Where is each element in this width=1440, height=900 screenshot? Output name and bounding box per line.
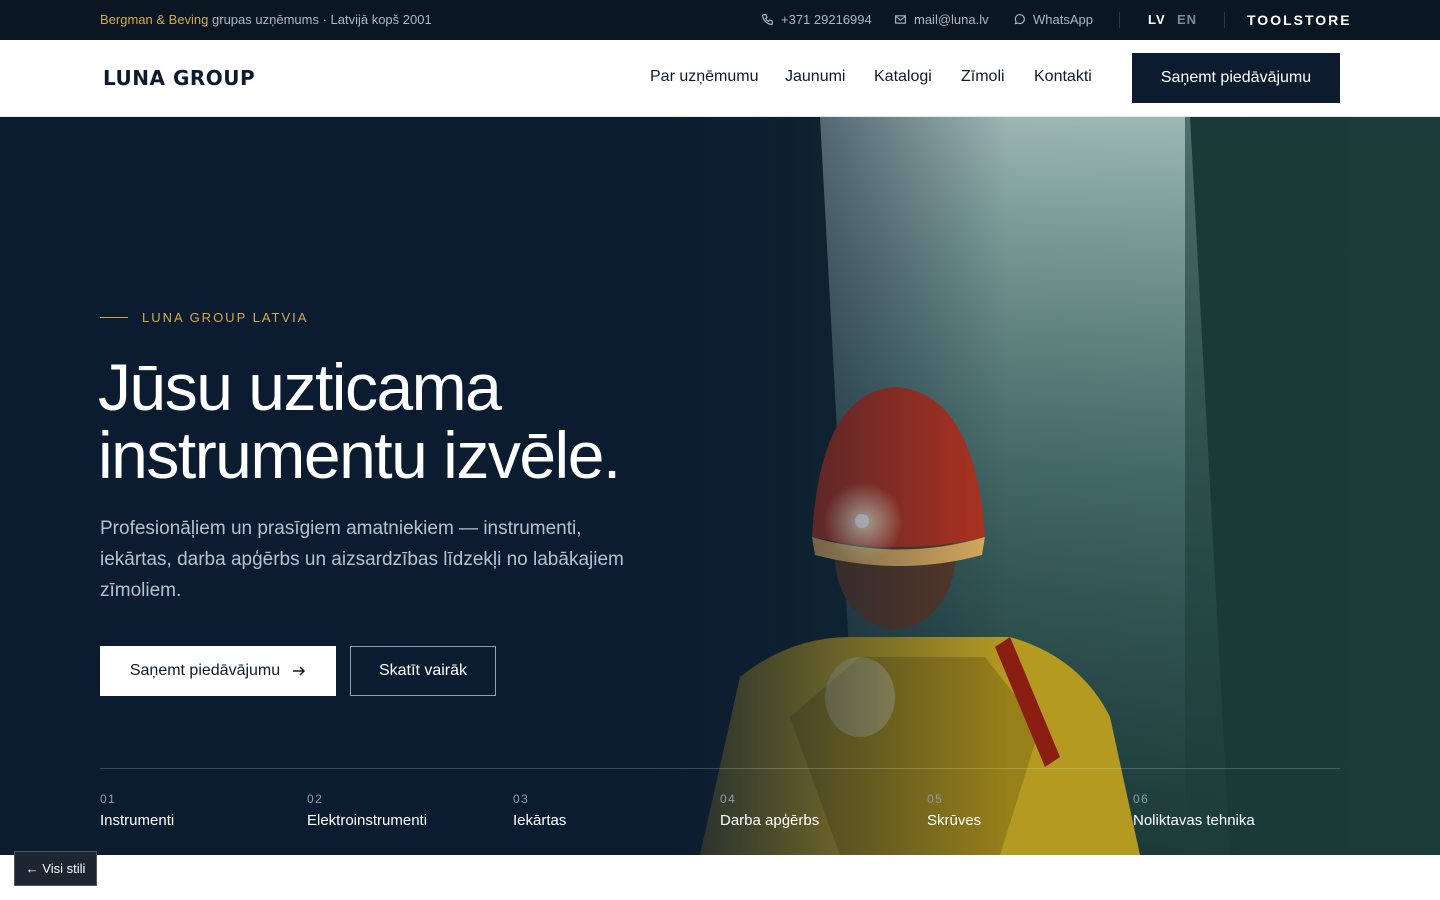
category-name: Skrūves <box>927 812 982 829</box>
whatsapp-label: WhatsApp <box>1033 12 1093 27</box>
logo[interactable]: LUNA GROUP <box>103 66 255 90</box>
divider <box>1119 12 1120 28</box>
main-header: LUNA GROUP Par uzņēmumu Jaunumi Katalogi… <box>0 40 1440 117</box>
category-number: 04 <box>720 792 737 806</box>
whatsapp-link[interactable]: WhatsApp <box>1013 12 1093 27</box>
nav-item-brands[interactable]: Zīmoli <box>961 68 1005 86</box>
email-link[interactable]: mail@luna.lv <box>894 12 989 27</box>
tagline-text: grupas uzņēmums · Latvijā kopš 2001 <box>208 12 432 27</box>
get-offer-button[interactable]: Saņemt piedāvājumu <box>1132 53 1340 103</box>
category-item[interactable]: 02 Elektroinstrumenti <box>307 792 427 829</box>
nav-item-about[interactable]: Par uzņēmumu <box>650 68 759 86</box>
see-more-button[interactable]: Skatīt vairāk <box>350 646 496 696</box>
hero-section: LUNA GROUP LATVIA Jūsu uzticama instrume… <box>0 117 1440 855</box>
nav-item-catalogs[interactable]: Katalogi <box>874 68 932 86</box>
lang-lv[interactable]: LV <box>1148 12 1166 27</box>
toolstore-link[interactable]: TOOLSTORE <box>1247 12 1352 28</box>
parent-company-link[interactable]: Bergman & Beving <box>100 12 208 27</box>
phone-link[interactable]: +371 29216994 <box>761 12 872 27</box>
category-number: 02 <box>307 792 324 806</box>
category-item[interactable]: 06 Noliktavas tehnika <box>1133 792 1255 829</box>
category-number: 06 <box>1133 792 1150 806</box>
hero-eyebrow: LUNA GROUP LATVIA <box>100 310 308 325</box>
phone-number: +371 29216994 <box>781 12 872 27</box>
category-number: 05 <box>927 792 944 806</box>
category-item[interactable]: 03 Iekārtas <box>513 792 566 829</box>
eyebrow-line <box>100 317 128 318</box>
mail-icon <box>895 15 906 24</box>
lang-en[interactable]: EN <box>1177 12 1197 27</box>
email-address: mail@luna.lv <box>914 12 989 27</box>
category-number: 01 <box>100 792 117 806</box>
whatsapp-icon <box>1014 14 1025 25</box>
category-item[interactable]: 05 Skrūves <box>927 792 981 829</box>
category-item[interactable]: 01 Instrumenti <box>100 792 174 829</box>
category-item[interactable]: 04 Darba apģērbs <box>720 792 819 829</box>
nav-item-contacts[interactable]: Kontakti <box>1034 68 1092 86</box>
topbar-tagline: Bergman & Beving grupas uzņēmums · Latvi… <box>100 12 432 27</box>
category-name: Elektroinstrumenti <box>307 812 428 829</box>
hero-title: Jūsu uzticama instrumentu izvēle. <box>98 353 738 489</box>
category-number: 03 <box>513 792 530 806</box>
top-bar: Bergman & Beving grupas uzņēmums · Latvi… <box>0 0 1440 40</box>
eyebrow-text: LUNA GROUP LATVIA <box>142 310 309 325</box>
category-divider <box>100 768 1340 769</box>
nav-item-news[interactable]: Jaunumi <box>785 68 845 86</box>
divider <box>1224 12 1225 28</box>
category-name: Noliktavas tehnika <box>1133 812 1255 829</box>
hero-lead: Profesionāļiem un prasīgiem amatniekiem … <box>100 518 624 601</box>
all-styles-back-button[interactable]: ← Visi stili <box>14 851 97 886</box>
hero-title-line-2: instrumentu izvēle. <box>98 418 621 492</box>
category-name: Darba apģērbs <box>720 812 820 829</box>
phone-icon <box>762 14 773 25</box>
hero-get-offer-label: Saņemt piedāvājumu <box>129 662 281 679</box>
hero-get-offer-button[interactable]: Saņemt piedāvājumu <box>100 646 336 696</box>
category-name: Instrumenti <box>100 812 175 829</box>
hero-title-line-1: Jūsu uzticama <box>98 350 502 424</box>
category-name: Iekārtas <box>513 812 567 829</box>
arrow-right-icon <box>293 666 306 676</box>
